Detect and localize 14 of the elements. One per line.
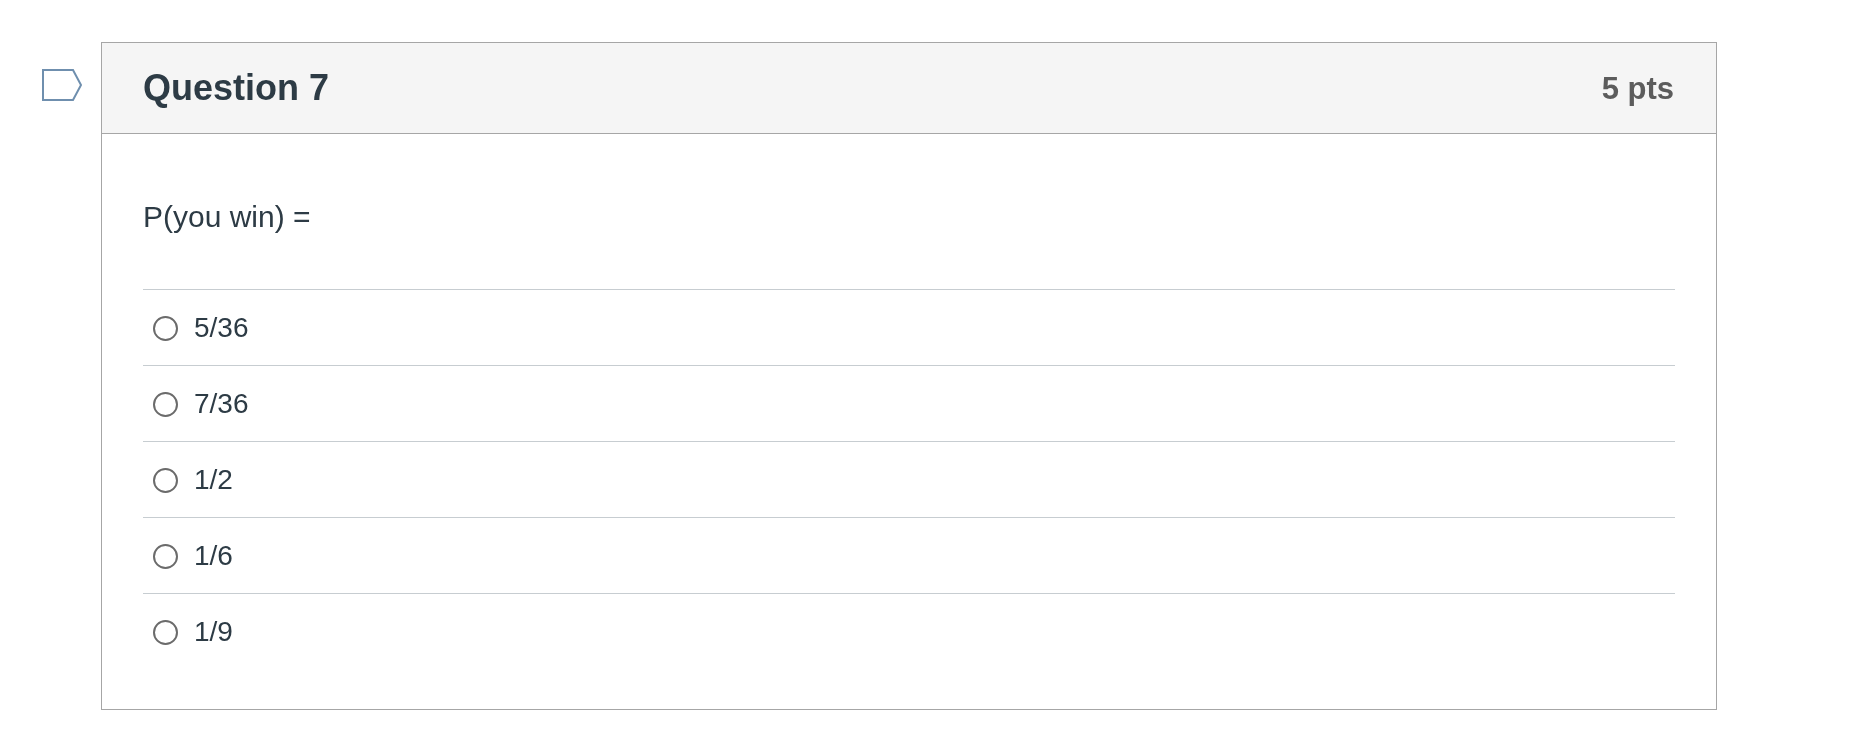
answer-label: 1/6 (194, 538, 233, 573)
answer-label: 1/9 (194, 614, 233, 649)
radio-button[interactable] (153, 619, 178, 645)
radio-button[interactable] (153, 467, 178, 493)
answer-label: 5/36 (194, 310, 249, 345)
flag-icon[interactable] (42, 69, 82, 101)
radio-button[interactable] (153, 543, 178, 569)
points-label: 5 pts (1601, 72, 1674, 104)
answer-label: 7/36 (194, 386, 249, 421)
answer-label: 1/2 (194, 462, 233, 497)
question-title: Question 7 (143, 70, 330, 106)
radio-button[interactable] (153, 315, 178, 341)
radio-button[interactable] (153, 391, 178, 417)
question-text: P(you win) = (143, 199, 311, 235)
